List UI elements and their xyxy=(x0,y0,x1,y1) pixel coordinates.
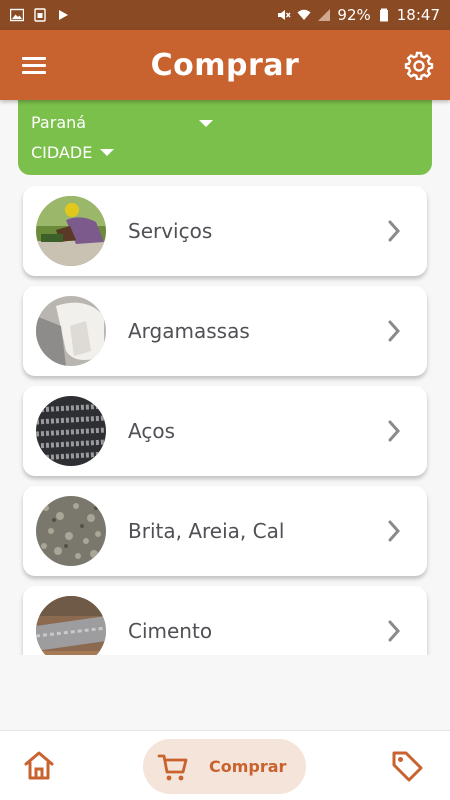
battery-percent: 92% xyxy=(337,6,371,24)
caret-down-icon xyxy=(199,120,213,127)
buy-nav-button[interactable]: Comprar xyxy=(143,739,306,794)
clock: 18:47 xyxy=(396,6,440,24)
rebar-photo xyxy=(36,396,106,466)
category-image xyxy=(36,496,106,566)
location-filter: Paraná CIDADE xyxy=(18,100,432,175)
state-dropdown[interactable]: Paraná xyxy=(31,113,216,132)
category-card-cimento[interactable]: Cimento xyxy=(23,586,427,655)
category-card-argamassas[interactable]: Argamassas xyxy=(23,286,427,376)
chevron-right-icon xyxy=(388,620,401,642)
category-image xyxy=(36,196,106,266)
category-image xyxy=(36,596,106,655)
city-dropdown[interactable]: CIDADE xyxy=(31,143,115,162)
battery-icon xyxy=(379,8,388,22)
category-card-servicos[interactable]: Serviços xyxy=(23,186,427,276)
bottom-nav: Comprar xyxy=(0,730,450,800)
chevron-right-icon xyxy=(388,320,401,342)
mortar-bag-photo xyxy=(36,296,106,366)
category-image xyxy=(36,396,106,466)
tag-icon xyxy=(392,751,423,782)
home-icon xyxy=(24,751,54,780)
cart-icon xyxy=(157,754,188,780)
status-bar: 92% 18:47 xyxy=(0,0,450,30)
buy-nav-label: Comprar xyxy=(209,757,287,776)
category-card-brita-areia-cal[interactable]: Brita, Areia, Cal xyxy=(23,486,427,576)
play-icon xyxy=(59,10,68,20)
chevron-right-icon xyxy=(388,220,401,242)
category-label: Aços xyxy=(128,419,175,443)
home-button[interactable] xyxy=(22,749,56,783)
wifi-icon xyxy=(297,9,311,20)
chevron-right-icon xyxy=(388,420,401,442)
mute-icon xyxy=(278,10,291,20)
category-label: Brita, Areia, Cal xyxy=(128,519,285,543)
offers-button[interactable] xyxy=(390,749,424,783)
category-label: Argamassas xyxy=(128,319,250,343)
app-bar: Comprar xyxy=(0,30,450,100)
city-value: CIDADE xyxy=(31,143,93,162)
gallery-icon xyxy=(10,8,24,22)
state-value: Paraná xyxy=(31,113,87,132)
worker-photo xyxy=(36,196,106,266)
settings-button[interactable] xyxy=(404,50,434,81)
page-title: Comprar xyxy=(150,47,300,83)
menu-button[interactable] xyxy=(22,54,48,76)
chevron-right-icon xyxy=(388,520,401,542)
category-label: Serviços xyxy=(128,219,213,243)
category-label: Cimento xyxy=(128,619,213,643)
cement-photo xyxy=(36,596,106,655)
menu-icon xyxy=(22,57,48,74)
gravel-photo xyxy=(36,496,106,566)
caret-down-icon xyxy=(100,149,115,156)
signal-icon xyxy=(318,9,331,21)
category-list[interactable]: Serviços Argamassas Aços Brita, Areia, C… xyxy=(0,178,450,655)
category-card-acos[interactable]: Aços xyxy=(23,386,427,476)
settings-gear-icon xyxy=(404,51,434,81)
category-image xyxy=(36,296,106,366)
sim-icon xyxy=(34,8,46,22)
